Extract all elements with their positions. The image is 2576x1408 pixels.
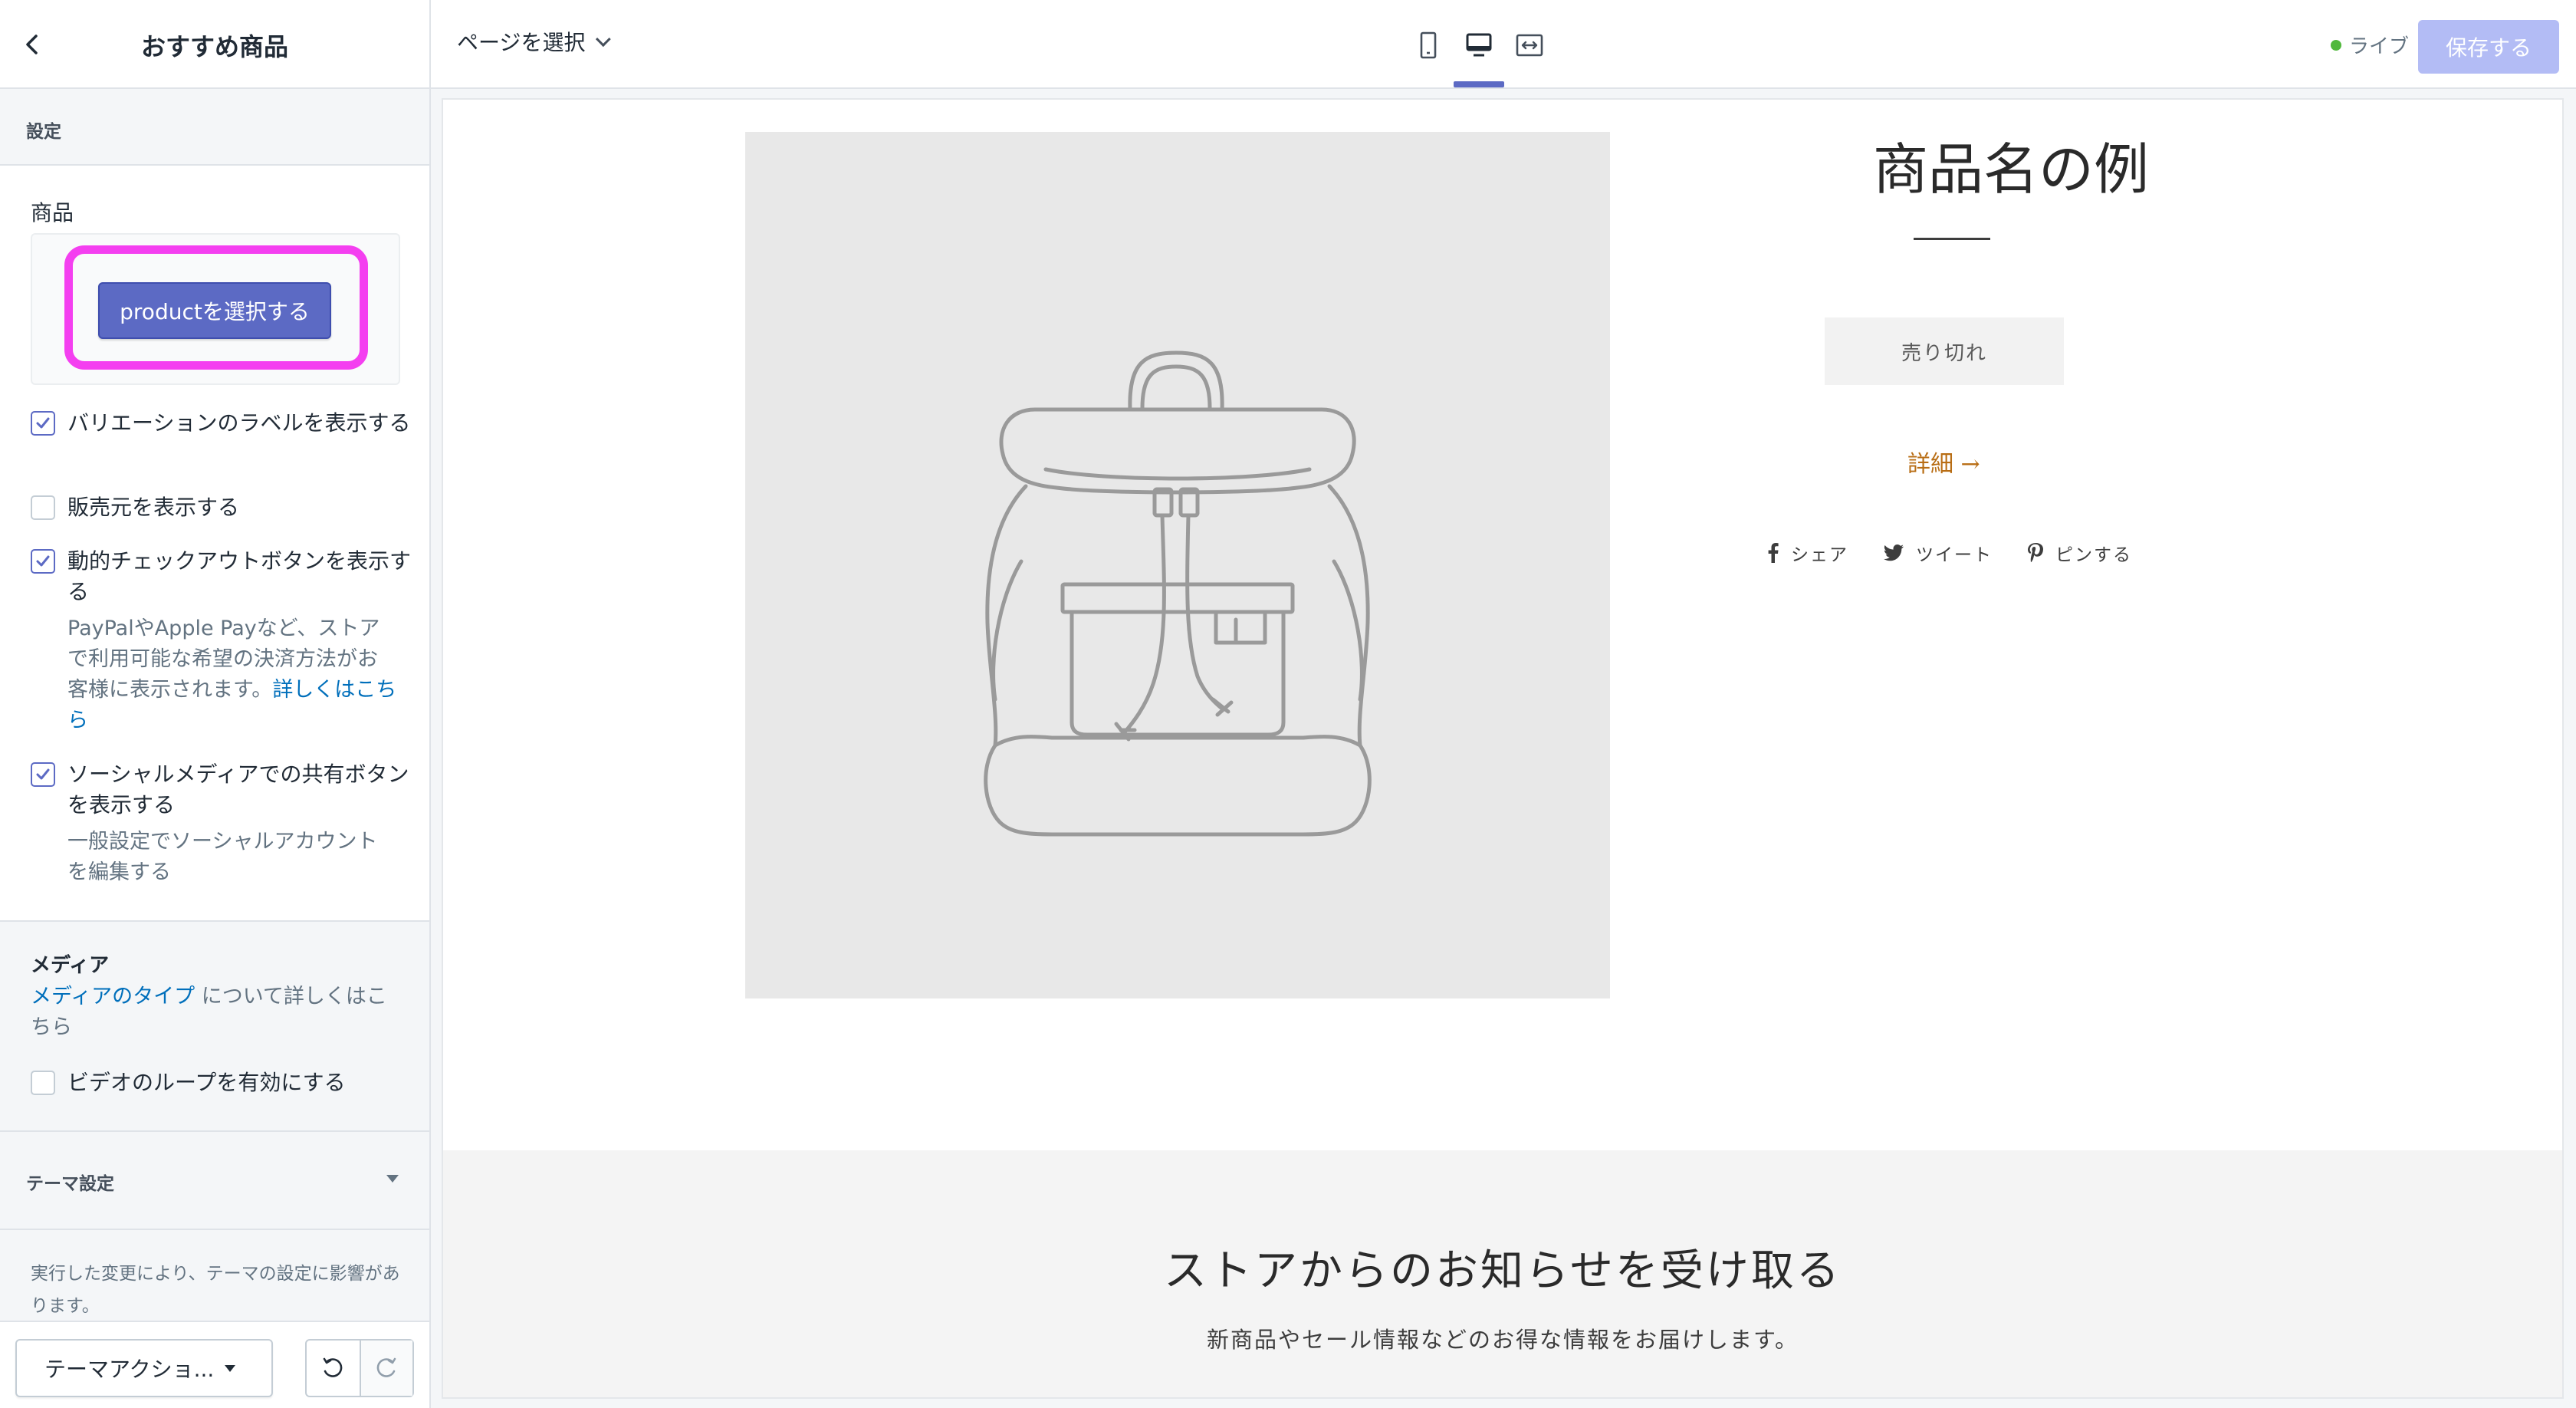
share-facebook-button[interactable]: シェア — [1768, 540, 1848, 566]
details-link[interactable]: 詳細 → — [1907, 445, 1980, 479]
share-pinterest-label: ピンする — [2055, 545, 2132, 565]
undo-icon — [324, 1357, 343, 1377]
device-mobile-button[interactable] — [1408, 25, 1449, 66]
social-share-label: ソーシャルメディアでの共有ボタンを表示する — [67, 762, 409, 817]
select-product-button[interactable]: productを選択する — [98, 282, 331, 339]
live-status: ライブ — [2331, 31, 2409, 59]
newsletter-title: ストアからのお知らせを受け取る — [1164, 1246, 1842, 1296]
variant-labels-label: バリエーションのラベルを表示する — [67, 410, 411, 436]
media-title: メディア — [31, 954, 110, 977]
caret-down-icon — [386, 1175, 399, 1183]
chevron-down-icon — [596, 31, 612, 48]
share-pinterest-button[interactable]: ピンする — [2028, 540, 2132, 566]
share-twitter-label: ツイート — [1916, 545, 1993, 565]
social-share-checkbox[interactable] — [31, 762, 55, 787]
vendor-checkbox[interactable] — [31, 495, 55, 520]
video-loop-checkbox[interactable] — [31, 1071, 55, 1095]
redo-icon — [377, 1357, 396, 1377]
media-help: メディアのタイプ について詳しくはこちら — [31, 982, 399, 1043]
settings-section-header: 設定 — [0, 89, 429, 166]
share-facebook-label: シェア — [1791, 545, 1848, 565]
social-share-buttons: シェア ツイート ピンする — [1768, 540, 2167, 566]
fullwidth-icon — [1516, 34, 1543, 57]
checkmark-icon — [36, 768, 50, 780]
checkmark-icon — [36, 555, 50, 567]
newsletter-subtitle: 新商品やセール情報などのお得な情報をお届けします。 — [1206, 1327, 1799, 1353]
variant-labels-checkbox[interactable] — [31, 411, 55, 436]
pinterest-icon — [2028, 543, 2043, 563]
caret-down-icon — [225, 1364, 236, 1372]
theme-settings-toggle[interactable]: テーマ設定 — [0, 1130, 429, 1230]
editor-topbar: ページを選択 ライブ 保存する — [431, 0, 2576, 89]
product-image — [745, 132, 1610, 998]
media-types-link[interactable]: メディアのタイプ — [31, 985, 195, 1008]
checkmark-icon — [36, 417, 50, 429]
active-device-indicator — [1454, 81, 1504, 87]
desktop-icon — [1466, 33, 1492, 57]
sidebar-title: おすすめ商品 — [140, 32, 288, 61]
sold-out-button[interactable]: 売り切れ — [1825, 317, 2064, 385]
product-field-label: 商品 — [31, 200, 74, 225]
page-selector-label: ページを選択 — [457, 30, 586, 55]
newsletter-section: ストアからのお知らせを受け取る 新商品やセール情報などのお得な情報をお届けします… — [443, 1150, 2562, 1397]
social-share-help: 一般設定でソーシャルアカウントを編集する — [67, 830, 378, 884]
undo-button[interactable] — [307, 1341, 360, 1396]
theme-settings-label: テーマ設定 — [26, 1174, 114, 1194]
redo-button[interactable] — [359, 1341, 412, 1396]
dynamic-checkout-checkbox[interactable] — [31, 549, 55, 574]
video-loop-label: ビデオのループを有効にする — [67, 1070, 346, 1095]
settings-label: 設定 — [26, 122, 61, 142]
theme-actions-label: テーマアクショ... — [44, 1357, 215, 1382]
vendor-label: 販売元を表示する — [67, 495, 240, 520]
title-divider — [1914, 238, 1990, 240]
product-title: 商品名の例 — [1872, 137, 2149, 202]
storefront-preview: 商品名の例 売り切れ 詳細 → シェア ツイート ピンする ストアからのお知らせ… — [443, 100, 2562, 1397]
live-status-dot — [2331, 39, 2341, 51]
live-status-label: ライブ — [2349, 35, 2410, 58]
sidebar-footer: テーマアクショ... — [0, 1321, 429, 1408]
mobile-icon — [1420, 31, 1437, 59]
twitter-icon — [1884, 544, 1904, 561]
backpack-illustration — [984, 350, 1372, 837]
share-twitter-button[interactable]: ツイート — [1884, 540, 1993, 566]
sidebar-header: おすすめ商品 — [0, 0, 429, 89]
theme-actions-button[interactable]: テーマアクショ... — [15, 1339, 273, 1397]
sidebar: おすすめ商品 設定 商品 productを選択する バリエーションのラベルを表示… — [0, 0, 431, 1408]
undo-redo-group — [305, 1339, 414, 1397]
device-fullwidth-button[interactable] — [1509, 25, 1550, 66]
page-selector[interactable]: ページを選択 — [457, 26, 612, 57]
dynamic-checkout-help: PayPalやApple Payなど、ストアで利用可能な希望の決済方法がお客様に… — [67, 614, 397, 736]
settings-panel: 商品 productを選択する バリエーションのラベルを表示する 販売元を表示す… — [0, 166, 429, 922]
facebook-icon — [1768, 543, 1779, 563]
device-desktop-button[interactable] — [1458, 25, 1500, 66]
theme-settings-note: 実行した変更により、テーマの設定に影響があります。 — [31, 1264, 400, 1316]
save-button[interactable]: 保存する — [2418, 20, 2559, 74]
dynamic-checkout-label: 動的チェックアウトボタンを表示する — [67, 548, 412, 604]
